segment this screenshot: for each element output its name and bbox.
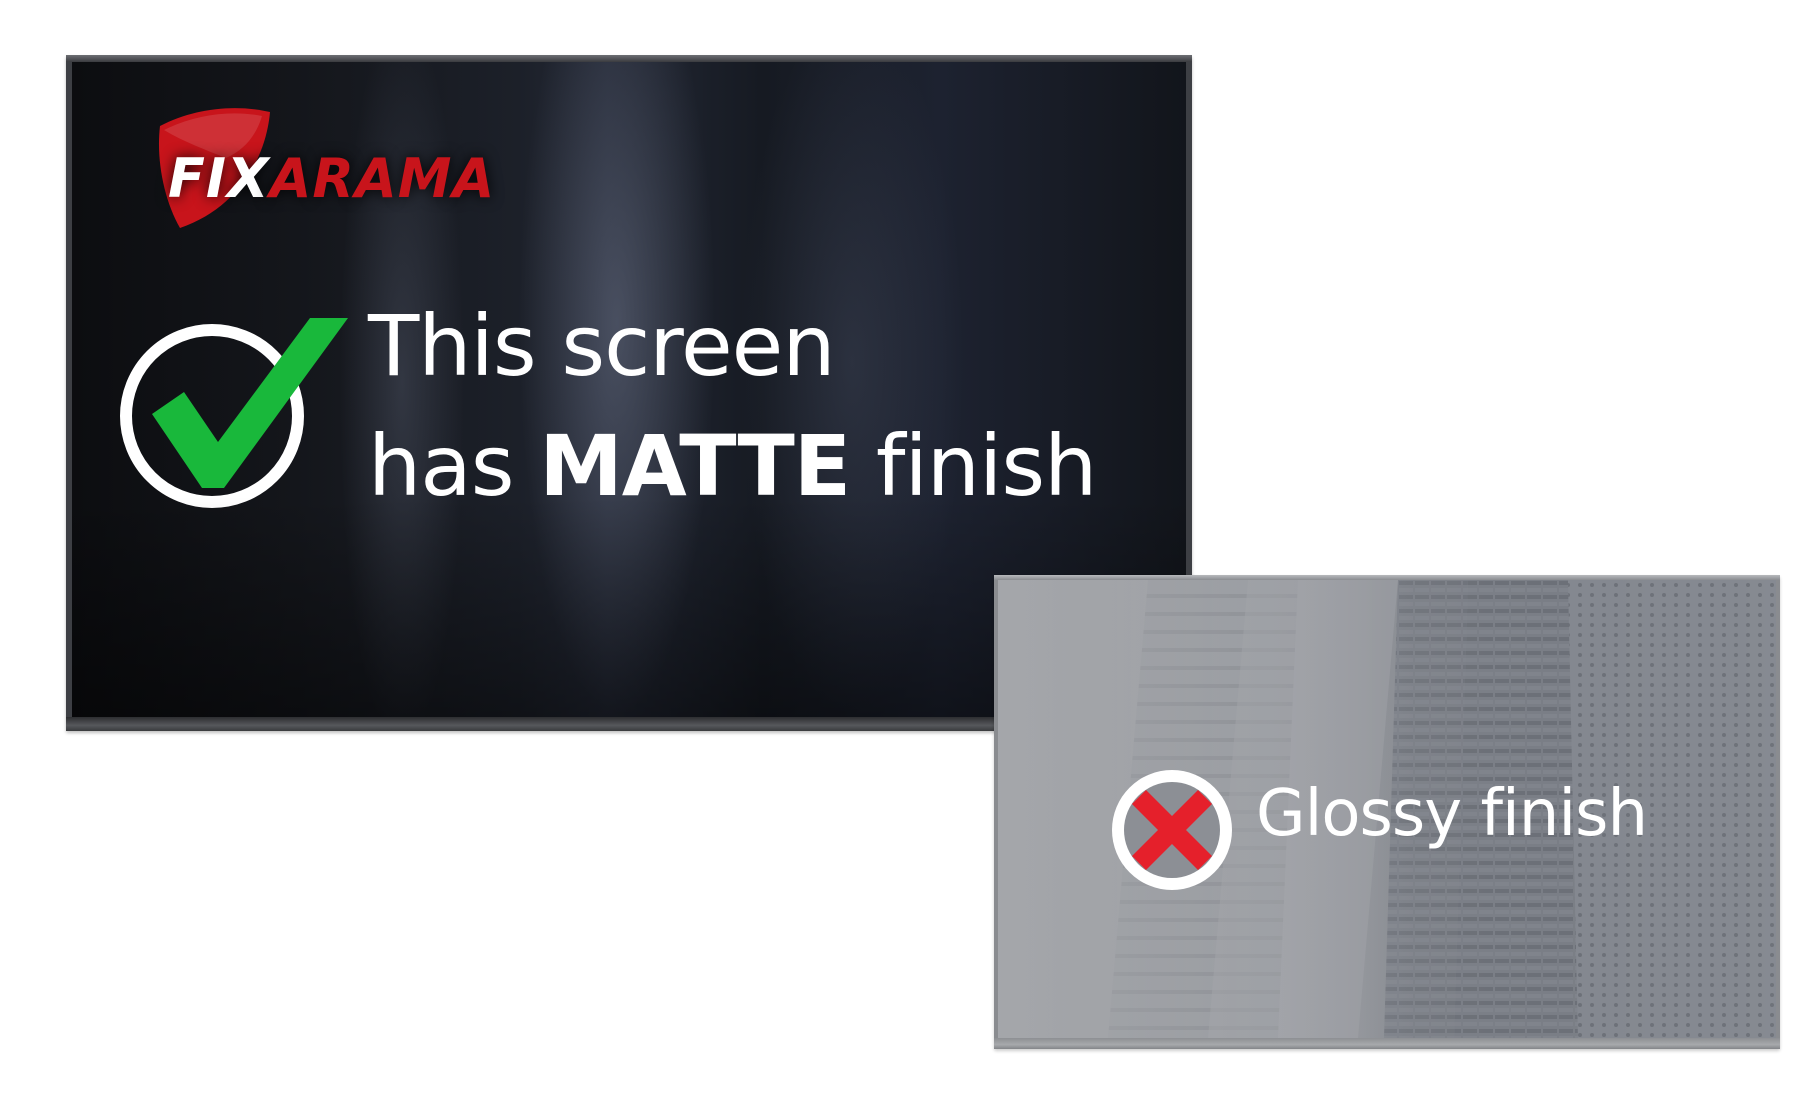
matte-headline-line-2: has MATTE finish <box>368 424 1097 508</box>
cross-badge <box>1102 760 1242 900</box>
glossy-screen-surface: Glossy finish <box>998 580 1776 1038</box>
check-icon <box>120 318 348 508</box>
matte-emphasis: MATTE <box>539 417 851 515</box>
glossy-label: Glossy finish <box>1256 777 1648 851</box>
matte-line-2-suffix: finish <box>850 417 1098 515</box>
logo-wordmark-fix: FIX <box>168 147 270 210</box>
matte-panel-top-edge <box>66 55 1192 62</box>
matte-headline-line-1: This screen <box>368 297 836 395</box>
glossy-screen-panel: Glossy finish <box>994 575 1780 1049</box>
matte-line-2-prefix: has <box>368 417 540 515</box>
logo-wordmark: FIXARAMA <box>168 152 495 206</box>
logo-wordmark-arama: ARAMA <box>269 147 496 210</box>
stage: FIXARAMA This screen has MATTE finish Gl… <box>0 0 1800 1100</box>
check-badge <box>114 290 354 520</box>
glossy-panel-bottom-edge <box>994 1038 1780 1049</box>
cross-icon <box>1112 770 1232 890</box>
fixarama-logo: FIXARAMA <box>116 88 536 238</box>
